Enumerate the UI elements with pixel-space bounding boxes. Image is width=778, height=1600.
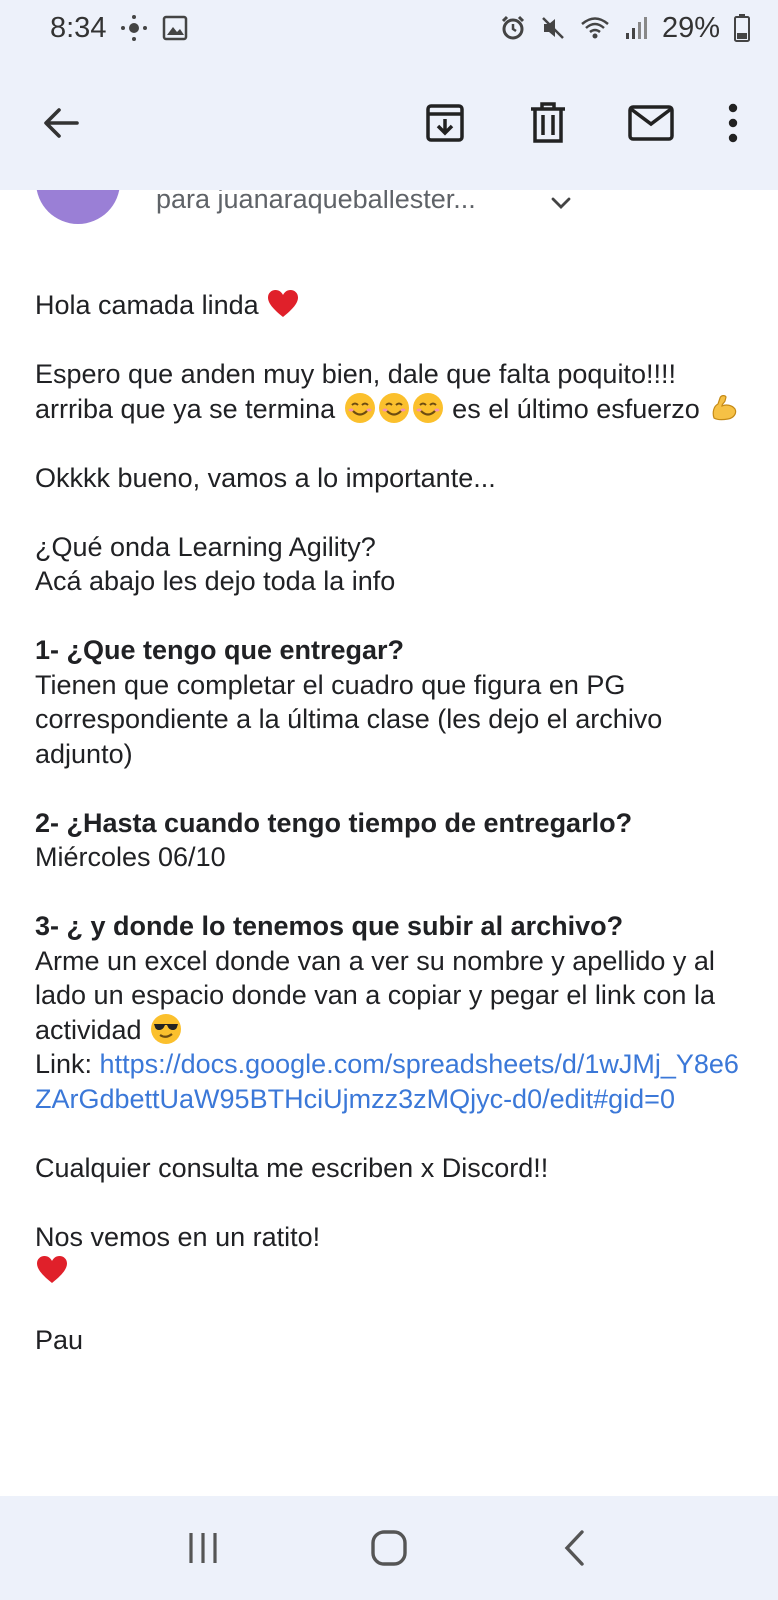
back-nav-button[interactable]: [545, 1518, 605, 1578]
smiling-face-icon: [412, 392, 443, 423]
more-options-button[interactable]: [718, 98, 748, 148]
avatar[interactable]: [36, 190, 120, 224]
status-bar: 8:34 29%: [0, 0, 778, 56]
alarm-icon: [500, 15, 526, 41]
back-nav-icon: [564, 1530, 584, 1566]
home-button[interactable]: [359, 1518, 419, 1578]
question-3: 3- ¿ y donde lo tenemos que subir al arc…: [35, 909, 750, 1116]
question-1-title: 1- ¿Que tengo que entregar?: [35, 635, 405, 665]
signature: Pau: [35, 1325, 84, 1355]
farewell-paragraph: Nos vemos en un ratito!: [35, 1220, 750, 1289]
red-heart-icon: [37, 1256, 67, 1283]
topic-paragraph: ¿Qué onda Learning Agility? Acá abajo le…: [35, 530, 750, 599]
message-header: para juanaraqueballester...: [0, 190, 778, 240]
question-2-answer: Miércoles 06/10: [35, 842, 226, 872]
recent-apps-icon: [189, 1533, 217, 1563]
question-2: 2- ¿Hasta cuando tengo tiempo de entrega…: [35, 806, 750, 875]
question-1-answer: Tienen que completar el cuadro que figur…: [35, 669, 663, 769]
intro-paragraph: Espero que anden muy bien, dale que falt…: [35, 357, 750, 426]
status-time: 8:34: [50, 11, 107, 44]
battery-icon: [734, 14, 750, 42]
sunglasses-face-icon: [151, 1013, 182, 1044]
link-label: Link:: [35, 1049, 100, 1079]
archive-icon: [426, 104, 464, 142]
smiling-face-icon: [378, 392, 409, 423]
spreadsheet-link[interactable]: https://docs.google.com/spreadsheets/d/1…: [35, 1049, 739, 1114]
signal-icon: [624, 15, 648, 41]
question-1: 1- ¿Que tengo que entregar? Tienen que c…: [35, 633, 750, 771]
greeting-paragraph: Hola camada linda: [35, 288, 750, 323]
question-2-title: 2- ¿Hasta cuando tengo tiempo de entrega…: [35, 807, 633, 838]
home-icon: [371, 1530, 407, 1566]
greeting-text: Hola camada linda: [35, 290, 259, 320]
email-body: Hola camada linda Espero que anden muy b…: [35, 288, 750, 1392]
location-dot-icon: [120, 14, 148, 42]
system-nav-bar: [0, 1496, 778, 1600]
topic-line-2: Acá abajo les dejo toda la info: [35, 566, 396, 596]
mark-unread-button[interactable]: [626, 98, 676, 148]
question-3-title: 3- ¿ y donde lo tenemos que subir al arc…: [35, 911, 624, 941]
status-right: 29%: [500, 12, 750, 45]
image-icon: [162, 15, 188, 41]
mark-unread-icon: [628, 105, 674, 141]
status-left: 8:34: [50, 12, 188, 45]
archive-button[interactable]: [420, 98, 470, 148]
delete-icon: [531, 102, 565, 143]
more-vert-icon: [728, 103, 738, 143]
transition-paragraph: Okkkk bueno, vamos a lo importante...: [35, 462, 496, 493]
arrow-back-icon: [44, 108, 79, 138]
consult-paragraph: Cualquier consulta me escriben x Discord…: [35, 1152, 549, 1183]
smiling-face-icon: [344, 392, 375, 423]
flexed-biceps-icon: [712, 394, 737, 420]
topic-line-1: ¿Qué onda Learning Agility?: [35, 531, 376, 562]
farewell-text: Nos vemos en un ratito!: [35, 1221, 321, 1252]
recent-apps-button[interactable]: [173, 1518, 233, 1578]
battery-percent: 29%: [661, 11, 720, 44]
intro-text-tail: es el último esfuerzo: [452, 393, 700, 424]
question-3-answer: Arme un excel donde van a ver su nombre …: [35, 945, 715, 1045]
app-bar: [0, 56, 778, 190]
wifi-icon: [580, 15, 610, 41]
back-button[interactable]: [36, 98, 86, 148]
red-heart-icon: [268, 290, 299, 317]
recipient-line[interactable]: para juanaraqueballester...: [156, 190, 476, 215]
chevron-down-icon[interactable]: [548, 190, 574, 216]
delete-button[interactable]: [523, 98, 573, 148]
mute-icon: [540, 15, 566, 41]
